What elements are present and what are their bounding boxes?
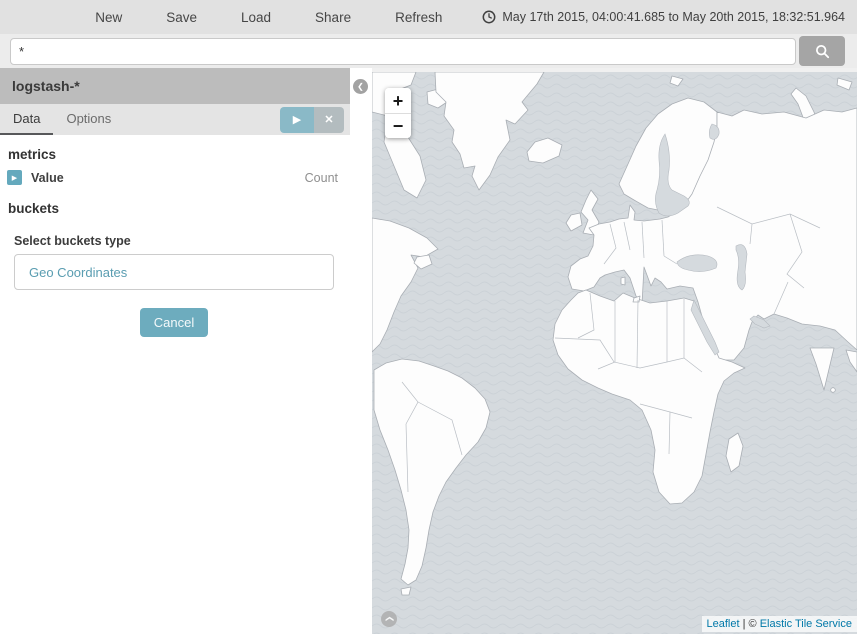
sidebar-gutter: ❮: [350, 68, 372, 634]
clock-icon: [482, 10, 496, 24]
map-canvas[interactable]: [372, 72, 857, 634]
vis-editor-sidebar: logstash-* Data Options ▶ ✕ metrics ▶ Va…: [0, 68, 350, 634]
copyright-symbol: ©: [749, 618, 760, 630]
search-icon: [815, 44, 830, 59]
search-input[interactable]: [10, 38, 796, 65]
sidebar-tabbar: Data Options ▶ ✕: [0, 104, 350, 135]
select-buckets-type-label: Select buckets type: [14, 234, 334, 248]
tile-service-link[interactable]: Elastic Tile Service: [760, 618, 852, 630]
bucket-type-selected-option: Geo Coordinates: [29, 265, 127, 280]
query-bar: [0, 34, 857, 68]
map-attribution: Leaflet | © Elastic Tile Service: [702, 616, 857, 632]
bucket-type-select[interactable]: Geo Coordinates: [14, 254, 334, 290]
top-nav-bar: New Save Load Share Refresh May 17th 201…: [0, 0, 857, 34]
world-map: [372, 72, 857, 634]
nav-load[interactable]: Load: [219, 10, 293, 25]
metric-expand-toggle[interactable]: ▶: [7, 170, 22, 185]
metric-agg-type: Count: [305, 171, 338, 185]
metric-row-value: ▶ Value Count: [0, 166, 350, 189]
chevron-left-icon: ❮: [357, 82, 364, 91]
vis-apply-actions: ▶ ✕: [280, 104, 350, 135]
map-zoom-control: + −: [385, 88, 411, 138]
time-range-text: May 17th 2015, 04:00:41.685 to May 20th …: [502, 10, 845, 24]
spy-panel-toggle[interactable]: ❮: [381, 611, 397, 627]
bucket-type-form: Select buckets type Geo Coordinates Canc…: [0, 220, 350, 337]
landmass-sardinia: [621, 277, 625, 285]
search-button[interactable]: [799, 36, 845, 66]
leaflet-link[interactable]: Leaflet: [707, 618, 740, 630]
attribution-separator: |: [740, 618, 749, 630]
discard-changes-button[interactable]: ✕: [314, 107, 344, 133]
collapse-sidebar-button[interactable]: ❮: [353, 79, 368, 94]
zoom-out-button[interactable]: −: [385, 113, 411, 138]
cancel-button[interactable]: Cancel: [140, 308, 208, 337]
chevron-up-icon: ❮: [381, 616, 397, 623]
time-range-picker[interactable]: May 17th 2015, 04:00:41.685 to May 20th …: [464, 10, 845, 24]
metrics-heading: metrics: [0, 135, 350, 166]
nav-save[interactable]: Save: [144, 10, 219, 25]
zoom-in-button[interactable]: +: [385, 88, 411, 113]
nav-refresh[interactable]: Refresh: [373, 10, 464, 25]
tab-options[interactable]: Options: [53, 104, 124, 135]
main-area: logstash-* Data Options ▶ ✕ metrics ▶ Va…: [0, 68, 857, 634]
apply-changes-button[interactable]: ▶: [280, 107, 314, 133]
buckets-heading: buckets: [0, 189, 350, 220]
nav-new[interactable]: New: [73, 10, 144, 25]
landmass-sri-lanka: [831, 388, 836, 393]
metric-label: Value: [31, 171, 64, 185]
chevron-right-icon: ▶: [12, 174, 17, 182]
nav-share[interactable]: Share: [293, 10, 373, 25]
tab-data[interactable]: Data: [0, 104, 53, 135]
tile-map[interactable]: + − ❮ Leaflet | © Elastic Tile Service: [372, 68, 857, 634]
index-pattern-header: logstash-*: [0, 68, 350, 104]
